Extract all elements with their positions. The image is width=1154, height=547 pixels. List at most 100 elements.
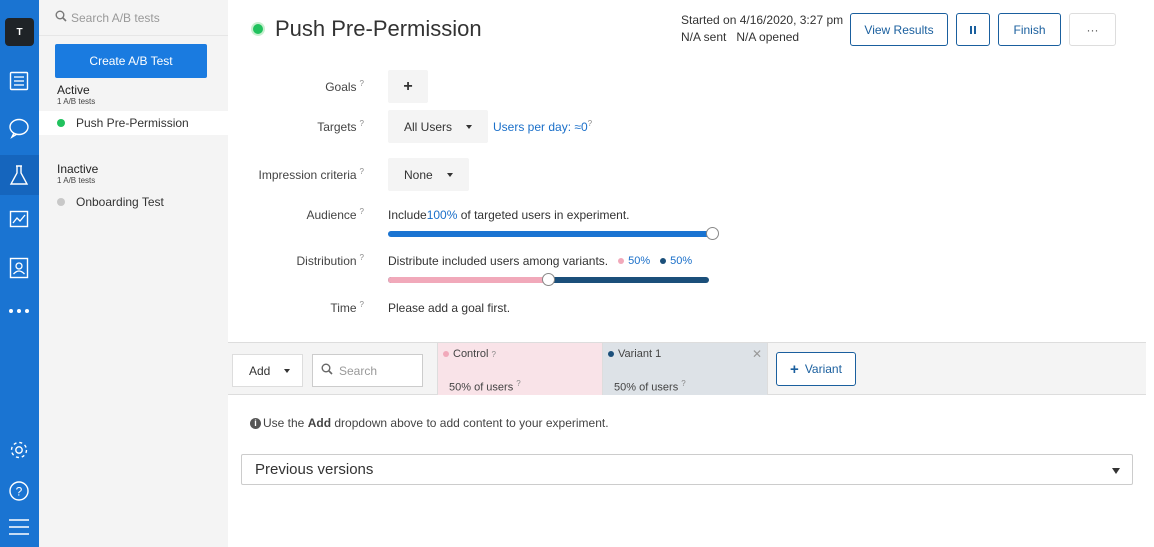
test-item-onboarding-test[interactable]: Onboarding Test [39, 190, 228, 214]
distribution-slider-handle[interactable] [541, 273, 555, 286]
page-title-text: Push Pre-Permission [275, 16, 482, 41]
active-group-count: 1 A/B tests [57, 97, 96, 106]
add-goal-button[interactable]: + [388, 70, 428, 103]
page-title: Push Pre-Permission [251, 16, 482, 42]
audience-slider-handle[interactable] [706, 227, 719, 240]
opened-count: N/A opened [736, 30, 800, 44]
help-mark: ? [359, 79, 364, 88]
variant-bar: Add Search Control? 50% of users? Varian… [228, 342, 1146, 395]
variant-distribution-percent: 50% [670, 255, 693, 267]
more-icon[interactable] [8, 300, 30, 322]
help-mark: ? [516, 379, 521, 388]
help-mark: ? [359, 167, 364, 176]
variant-percent: 50% of users? [449, 379, 521, 394]
inactive-group-title: Inactive [57, 162, 99, 176]
audience-slider-fill [388, 231, 713, 237]
pause-button[interactable] [956, 13, 990, 46]
targets-value: All Users [404, 119, 453, 134]
help-mark: ? [587, 119, 593, 128]
help-mark: ? [359, 207, 364, 216]
plus-icon: + [790, 360, 799, 378]
contact-icon[interactable] [8, 257, 30, 279]
targets-label: Targets? [317, 119, 364, 134]
test-item-label: Onboarding Test [76, 195, 164, 209]
add-variant-button[interactable]: + Variant [776, 352, 856, 386]
control-distribution-percent: 50% [628, 255, 651, 267]
add-content-dropdown[interactable]: Add [232, 354, 303, 387]
variant-name: Variant 1 [608, 348, 661, 360]
help-mark: ? [681, 379, 686, 388]
variant-column-variant-1[interactable]: Variant 1 ✕ 50% of users? [602, 343, 767, 395]
time-label: Time? [330, 300, 364, 315]
search-icon [321, 363, 333, 378]
nav-rail: T ? [0, 0, 39, 547]
chat-icon[interactable] [8, 117, 30, 139]
help-mark: ? [359, 300, 364, 309]
caret-down-icon [466, 124, 473, 129]
create-ab-test-button[interactable]: Create A/B Test [55, 44, 207, 78]
gear-icon[interactable] [8, 439, 30, 461]
add-content-hint: i Use the Add dropdown above to add cont… [250, 416, 609, 430]
impression-criteria-label: Impression criteria? [258, 167, 364, 182]
control-color-dot [618, 258, 625, 264]
workspace-avatar[interactable]: T [5, 18, 34, 46]
caret-down-icon [284, 368, 291, 373]
control-color-dot [443, 351, 449, 357]
help-icon[interactable]: ? [8, 480, 30, 502]
audience-percent: 100% [426, 208, 458, 222]
targets-dropdown[interactable]: All Users [388, 110, 489, 143]
impression-value: None [404, 167, 433, 182]
active-group-title: Active [57, 83, 90, 97]
flask-icon[interactable] [8, 164, 30, 186]
main-content: Push Pre-Permission Started on 4/16/2020… [228, 0, 1154, 547]
close-icon[interactable]: ✕ [752, 347, 762, 361]
time-text: Please add a goal first. [388, 301, 511, 315]
previous-versions-dropdown[interactable]: Previous versions [241, 454, 1133, 485]
chart-icon[interactable] [8, 208, 30, 230]
distribution-slider[interactable] [388, 273, 709, 286]
distribution-label: Distribution? [296, 253, 364, 268]
caret-down-icon [1112, 468, 1120, 474]
goals-label: Goals? [325, 79, 364, 94]
search-placeholder: Search A/B tests [71, 10, 160, 25]
sent-count: N/A sent [681, 30, 727, 44]
search-placeholder: Search [339, 363, 378, 378]
pause-icon [970, 25, 976, 34]
users-per-day-link[interactable]: Users per day: ≈0? [493, 119, 592, 134]
test-item-label: Push Pre-Permission [76, 116, 189, 130]
distribution-text: Distribute included users among variants… [388, 254, 693, 268]
finish-button[interactable]: Finish [998, 13, 1061, 46]
audience-label: Audience? [306, 207, 365, 222]
active-status-dot [57, 119, 65, 127]
list-icon[interactable] [8, 70, 30, 92]
content-search-input[interactable]: Search [312, 354, 423, 387]
caret-down-icon [446, 172, 453, 177]
view-results-button[interactable]: View Results [850, 13, 948, 46]
variant-color-dot [608, 351, 614, 357]
test-item-push-pre-permission[interactable]: Push Pre-Permission [39, 111, 228, 135]
audience-text: Include100% of targeted users in experim… [388, 208, 630, 222]
test-status-info: Started on 4/16/2020, 3:27 pm N/A sent N… [681, 12, 843, 46]
svg-text:?: ? [16, 485, 23, 499]
help-mark: ? [359, 253, 364, 262]
variant-name: Control? [443, 348, 496, 360]
menu-icon[interactable] [8, 516, 30, 538]
help-mark: ? [491, 349, 496, 359]
variant-color-dot [660, 258, 667, 264]
inactive-group-count: 1 A/B tests [57, 176, 96, 185]
help-mark: ? [359, 119, 364, 128]
info-icon: i [250, 417, 261, 429]
distribution-control-fill [388, 277, 549, 283]
ab-test-search[interactable]: Search A/B tests [39, 0, 228, 36]
search-icon [55, 10, 67, 25]
inactive-status-dot [57, 198, 65, 206]
impression-criteria-dropdown[interactable]: None [388, 158, 469, 191]
variant-column-control[interactable]: Control? 50% of users? [437, 343, 602, 395]
started-date: Started on 4/16/2020, 3:27 pm [681, 13, 844, 27]
ab-test-sidebar: Search A/B tests Create A/B Test Active … [39, 0, 228, 547]
variant-divider [767, 343, 768, 395]
more-options-button[interactable]: ··· [1069, 13, 1116, 46]
variant-percent: 50% of users? [614, 379, 686, 394]
audience-slider[interactable] [388, 227, 719, 240]
running-status-dot [251, 22, 265, 36]
